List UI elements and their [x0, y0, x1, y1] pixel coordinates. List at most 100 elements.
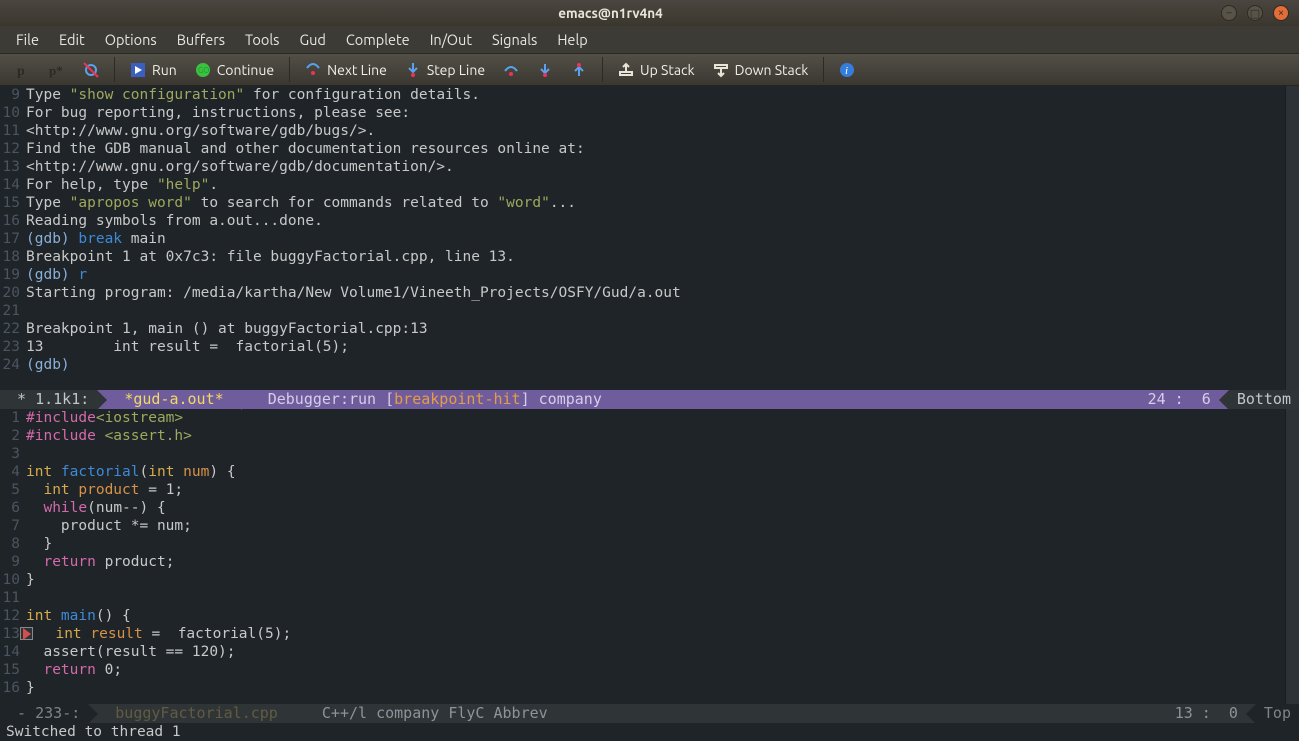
minimize-button[interactable]: –: [1221, 5, 1237, 21]
scrollbar[interactable]: [1285, 86, 1299, 390]
line-number: 19: [0, 266, 22, 284]
line-number: 15: [0, 194, 22, 212]
window-title: emacs@n1rv4n4: [0, 5, 1221, 21]
gdb-line: 18Breakpoint 1 at 0x7c3: file buggyFacto…: [0, 248, 1299, 266]
print-button[interactable]: p: [6, 54, 40, 85]
line-number: 12: [0, 140, 22, 158]
next-line-button[interactable]: Next Line: [296, 54, 396, 85]
line-number: 11: [0, 589, 22, 607]
line-number: 10: [0, 104, 22, 122]
menu-options[interactable]: Options: [95, 28, 167, 51]
line-number: 15: [0, 661, 22, 679]
gdb-line: 14For help, type "help".: [0, 176, 1299, 194]
continue-label: Continue: [217, 62, 274, 78]
line-number: 5: [0, 481, 22, 499]
scroll-pos: Top: [1256, 704, 1299, 723]
gdb-line: 21: [0, 302, 1299, 320]
gdb-pane[interactable]: 9Type "show configuration" for configura…: [0, 86, 1299, 390]
line-number: 23: [0, 338, 22, 356]
line-number: 13: [0, 158, 22, 176]
step-over-icon: [305, 62, 321, 78]
line-number: 12: [0, 607, 22, 625]
line-number: 1: [0, 409, 22, 427]
line-number: 9: [0, 86, 22, 104]
source-line: 15 return 0;: [0, 661, 1299, 679]
toolbar: p p* Run GO Continue Next Line Step Line…: [0, 54, 1299, 86]
line-number: 24: [0, 356, 22, 374]
buffer-name: buggyFactorial.cpp: [115, 704, 278, 723]
source-pane[interactable]: 1#include<iostream>2#include <assert.h>3…: [0, 409, 1299, 704]
step-line-button[interactable]: Step Line: [396, 54, 494, 85]
run-button[interactable]: Run: [121, 54, 186, 85]
up-stack-icon: [618, 62, 634, 78]
menu-gud[interactable]: Gud: [289, 28, 335, 51]
step-instr-button[interactable]: [494, 54, 528, 85]
step-out-icon: [571, 62, 587, 78]
source-line: 9 return product;: [0, 553, 1299, 571]
down-stack-button[interactable]: Down Stack: [704, 54, 818, 85]
menu-tools[interactable]: Tools: [235, 28, 289, 51]
step-into-icon: [405, 62, 421, 78]
menu-signals[interactable]: Signals: [482, 28, 547, 51]
menu-help[interactable]: Help: [547, 28, 597, 51]
source-line: 6 while(num--) {: [0, 499, 1299, 517]
line-number: 14: [0, 643, 22, 661]
info-icon: i: [839, 62, 855, 78]
minibuffer[interactable]: Switched to thread 1: [0, 723, 1299, 741]
watch-icon: [83, 62, 99, 78]
print-star-icon: p*: [49, 62, 65, 78]
finish-button[interactable]: [562, 54, 596, 85]
modeline-flags: * 1.1k 1:: [0, 390, 97, 409]
menu-file[interactable]: File: [6, 28, 49, 51]
print-icon: p: [15, 62, 31, 78]
breakpoint-marker[interactable]: [20, 627, 33, 640]
source-line: 2#include <assert.h>: [0, 427, 1299, 445]
scroll-pos: Bottom: [1229, 390, 1299, 409]
menu-inout[interactable]: In/Out: [420, 28, 482, 51]
modeline-source[interactable]: - 233 -: buggyFactorial.cpp C++/l compan…: [0, 704, 1299, 723]
continue-button[interactable]: GO Continue: [186, 54, 283, 85]
menu-buffers[interactable]: Buffers: [167, 28, 235, 51]
line-number: 4: [0, 463, 22, 481]
gdb-line: 2313 int result = factorial(5);: [0, 338, 1299, 356]
maximize-button[interactable]: □: [1247, 5, 1263, 21]
down-stack-icon: [713, 62, 729, 78]
go-icon: GO: [195, 62, 211, 78]
scrollbar[interactable]: [1285, 409, 1299, 704]
modeline-flags: - 233 -:: [0, 704, 88, 723]
line-number: 14: [0, 176, 22, 194]
run-label: Run: [152, 62, 177, 78]
run-icon: [130, 62, 146, 78]
source-line: 4int factorial(int num) {: [0, 463, 1299, 481]
buffer-name: *gud-a.out*: [124, 390, 223, 409]
line-number: 16: [0, 212, 22, 230]
source-line: 8 }: [0, 535, 1299, 553]
svg-text:p*: p*: [49, 63, 63, 78]
source-line: 5 int product = 1;: [0, 481, 1299, 499]
source-line: 11: [0, 589, 1299, 607]
modeline-gud[interactable]: * 1.1k 1: *gud-a.out* Debugger:run [brea…: [0, 390, 1299, 409]
menu-complete[interactable]: Complete: [336, 28, 420, 51]
svg-text:i: i: [845, 65, 848, 77]
line-number: 10: [0, 571, 22, 589]
gdb-line: 13<http://www.gnu.org/software/gdb/docum…: [0, 158, 1299, 176]
line-number: 9: [0, 553, 22, 571]
gdb-line: 9Type "show configuration" for configura…: [0, 86, 1299, 104]
up-stack-button[interactable]: Up Stack: [609, 54, 704, 85]
line-number: 7: [0, 517, 22, 535]
gdb-line: 11<http://www.gnu.org/software/gdb/bugs/…: [0, 122, 1299, 140]
gdb-line: 16Reading symbols from a.out...done.: [0, 212, 1299, 230]
up-stack-label: Up Stack: [640, 62, 695, 78]
gdb-line: 19(gdb) r: [0, 266, 1299, 284]
line-number: 3: [0, 445, 22, 463]
next-instr-icon: [537, 62, 553, 78]
info-button[interactable]: i: [830, 54, 864, 85]
line-number: 6: [0, 499, 22, 517]
close-button[interactable]: ×: [1273, 5, 1289, 21]
print-star-button[interactable]: p*: [40, 54, 74, 85]
next-instr-button[interactable]: [528, 54, 562, 85]
watch-button[interactable]: [74, 54, 108, 85]
gdb-line: 12Find the GDB manual and other document…: [0, 140, 1299, 158]
gdb-line: 20Starting program: /media/kartha/New Vo…: [0, 284, 1299, 302]
menu-edit[interactable]: Edit: [49, 28, 95, 51]
